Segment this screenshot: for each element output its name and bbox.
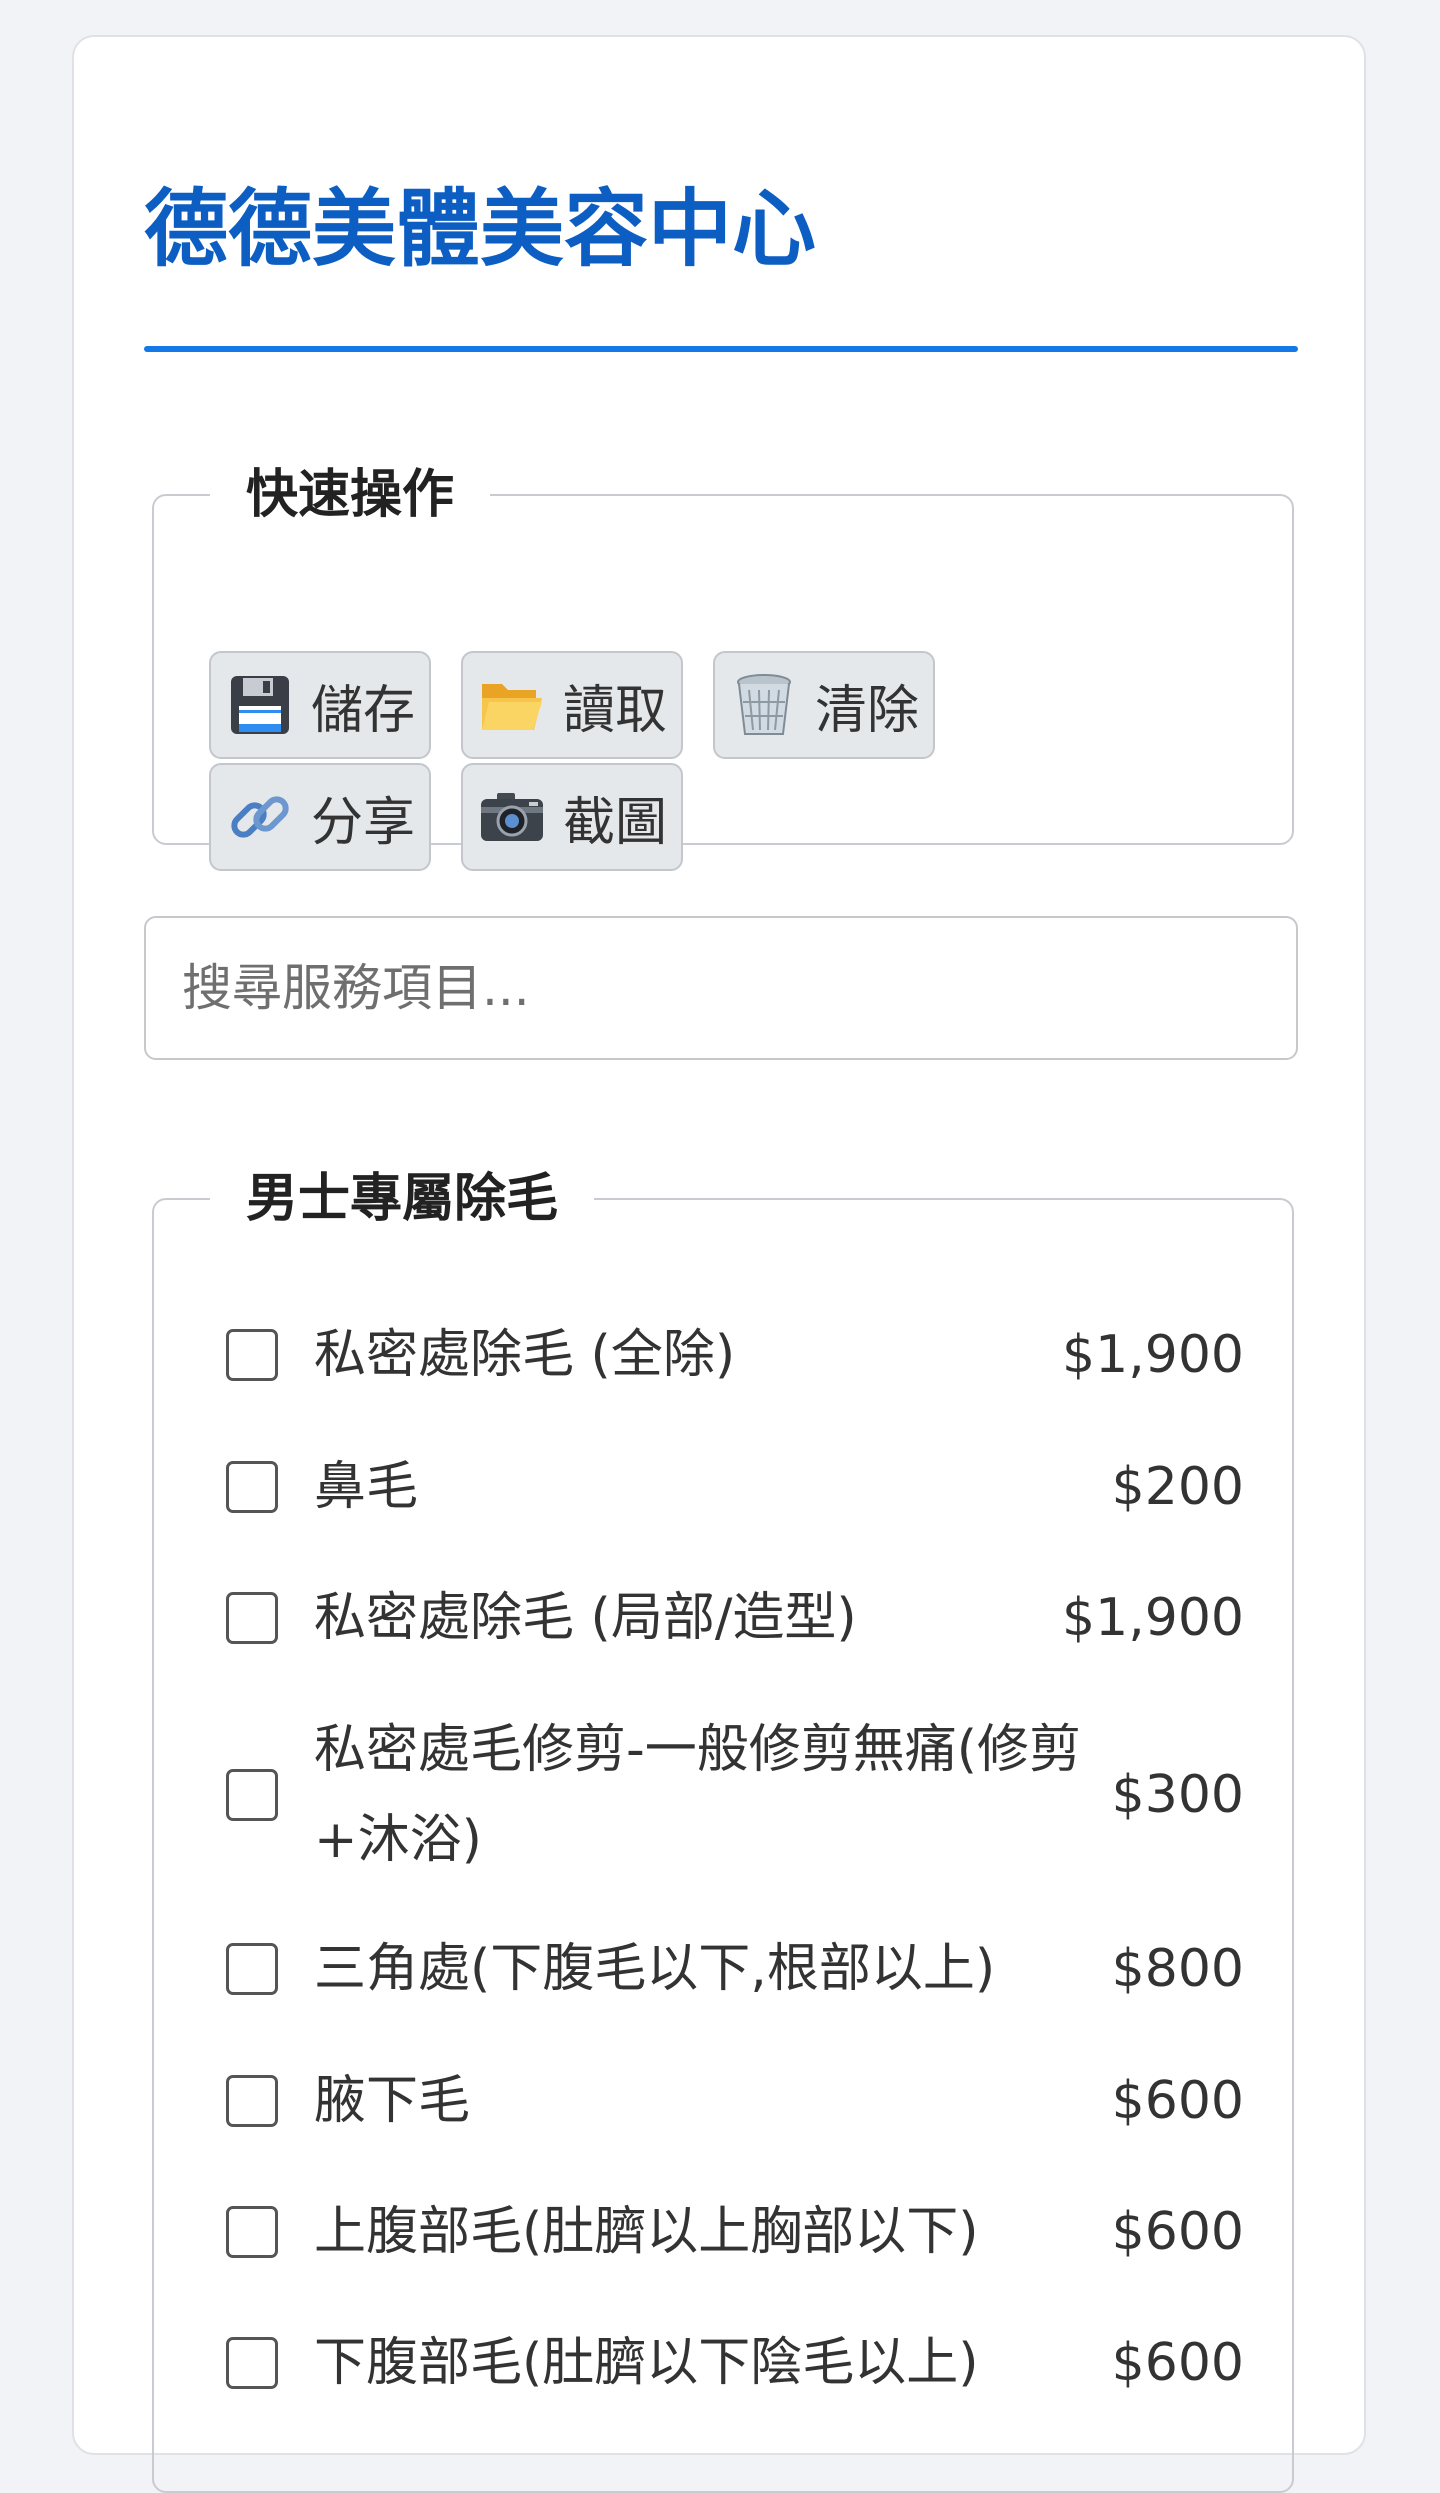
service-price: $600 <box>1111 2202 1244 2262</box>
wastebasket-icon <box>729 670 799 740</box>
service-checkbox[interactable] <box>226 1461 278 1513</box>
page-title: 德德美體美容中心 <box>144 180 817 278</box>
service-name: 鼻毛 <box>314 1457 419 1517</box>
service-name: 三角處(下腹毛以下,根部以上) <box>314 1939 996 1999</box>
service-price: $1,900 <box>1062 1588 1244 1648</box>
link-icon <box>225 782 295 852</box>
search-input[interactable] <box>144 916 1298 1060</box>
quick-actions-legend: 快速操作 <box>246 465 455 525</box>
service-item[interactable]: 私密處除毛 (局部/造型) $1,900 <box>154 1558 1296 1678</box>
service-name: 私密處毛修剪-一般修剪無痛(修剪+沐浴) <box>314 1720 1082 1870</box>
service-price: $800 <box>1111 1939 1244 1999</box>
camera-icon <box>477 782 547 852</box>
service-price: $600 <box>1111 2333 1244 2393</box>
share-button[interactable]: 分享 <box>209 763 431 871</box>
title-divider <box>144 346 1298 352</box>
quick-actions-panel: 快速操作 儲存 讀取 清除 分享 截圖 <box>152 465 1294 871</box>
service-item[interactable]: 腋下毛 $600 <box>154 2041 1296 2161</box>
share-button-label: 分享 <box>311 792 416 853</box>
service-checkbox[interactable] <box>226 1943 278 1995</box>
service-checkbox[interactable] <box>226 1592 278 1644</box>
service-name: 上腹部毛(肚臍以上胸部以下) <box>314 2202 979 2262</box>
clear-button[interactable]: 清除 <box>713 651 935 759</box>
service-name: 腋下毛 <box>314 2071 471 2131</box>
service-name: 私密處除毛 (局部/造型) <box>314 1588 857 1648</box>
service-item[interactable]: 鼻毛 $200 <box>154 1427 1296 1547</box>
save-button[interactable]: 儲存 <box>209 651 431 759</box>
service-checkbox[interactable] <box>226 1329 278 1381</box>
service-name: 私密處除毛 (全除) <box>314 1325 736 1385</box>
service-checkbox[interactable] <box>226 1769 278 1821</box>
screenshot-button[interactable]: 截圖 <box>461 763 683 871</box>
main-card: 德德美體美容中心 快速操作 儲存 讀取 清除 分享 截圖 搜尋服務項目... 男… <box>72 35 1366 2493</box>
service-price: $1,900 <box>1062 1325 1244 1385</box>
load-button-label: 讀取 <box>563 680 668 741</box>
service-price: $200 <box>1111 1457 1244 1517</box>
service-group-legend: 男士專屬除毛 <box>246 1169 559 1229</box>
service-checkbox[interactable] <box>226 2075 278 2127</box>
save-button-label: 儲存 <box>311 680 416 741</box>
service-checkbox[interactable] <box>226 2337 278 2389</box>
open-folder-icon <box>477 670 547 740</box>
load-button[interactable]: 讀取 <box>461 651 683 759</box>
service-price: $600 <box>1111 2071 1244 2131</box>
clear-button-label: 清除 <box>815 680 920 741</box>
service-checkbox[interactable] <box>226 2206 278 2258</box>
service-item[interactable]: 下腹部毛(肚臍以下陰毛以上) $600 <box>154 2303 1296 2423</box>
service-price: $300 <box>1111 1765 1244 1825</box>
service-group-men-hair-removal: 男士專屬除毛 私密處除毛 (全除) $1,900 鼻毛 $200 私密處除毛 (… <box>152 1173 1294 2493</box>
service-item[interactable]: 私密處除毛 (全除) $1,900 <box>154 1295 1296 1415</box>
service-item[interactable]: 上腹部毛(肚臍以上胸部以下) $600 <box>154 2172 1296 2292</box>
service-name: 下腹部毛(肚臍以下陰毛以上) <box>314 2333 979 2393</box>
screenshot-button-label: 截圖 <box>563 792 668 853</box>
service-item[interactable]: 私密處毛修剪-一般修剪無痛(修剪+沐浴) $300 <box>154 1690 1296 1900</box>
floppy-disk-icon <box>225 670 295 740</box>
service-item[interactable]: 三角處(下腹毛以下,根部以上) $800 <box>154 1909 1296 2029</box>
